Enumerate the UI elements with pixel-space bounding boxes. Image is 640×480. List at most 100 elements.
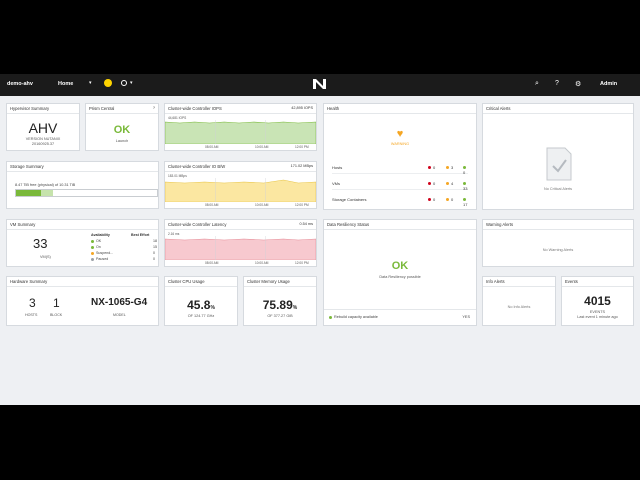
io-bw-value: 171.02 MBps (290, 164, 313, 168)
hypervisor-summary-widget[interactable]: Hypervisor Summary AHV VERSION NUTANIX 2… (6, 103, 80, 151)
warning-count: 4 (446, 181, 453, 186)
health-row[interactable]: Hosts 0 3 0 (332, 160, 468, 175)
health-row-label: Hosts (332, 165, 343, 170)
tick-label: 10:00 AM (255, 261, 269, 265)
hosts-count: 3 (29, 296, 36, 310)
hosts-label: HOSTS (25, 313, 38, 317)
health-widget[interactable]: Health ♥ WARNING Hosts 0 3 0 VMs 0 4 33 … (323, 103, 477, 210)
vm-count: 33 (33, 236, 48, 251)
model-name: NX-1065-G4 (91, 297, 148, 308)
health-heart-icon[interactable] (104, 79, 112, 87)
tick-label: 12:00 PM (295, 145, 309, 149)
user-menu[interactable]: Admin (600, 81, 617, 87)
chevron-down-icon[interactable]: ▾ (130, 80, 133, 86)
health-row[interactable]: Storage Containers 0 0 17 (332, 192, 468, 207)
widget-title: Events (565, 279, 578, 284)
resiliency-status: OK (391, 260, 409, 272)
gear-icon[interactable]: ⚙ (575, 80, 581, 88)
vm-state-count: 15 (153, 245, 157, 249)
iops-graph[interactable] (165, 120, 316, 144)
cluster-name[interactable]: demo-ahv (7, 81, 33, 87)
tick-label: 12:00 PM (295, 203, 309, 207)
last-event: Last event 1 minute ago (577, 315, 618, 319)
hardware-summary-widget[interactable]: Hardware Summary 3 HOSTS 1 BLOCK NX-1065… (6, 276, 159, 326)
warning-alerts-widget[interactable]: Warning Alerts No Warning Alerts (482, 219, 634, 267)
widget-title: Storage Summary (10, 164, 44, 169)
rebuild-capacity-value: YES (462, 315, 470, 319)
health-row-label: Storage Containers (332, 197, 367, 202)
data-resiliency-widget[interactable]: Data Resiliency Status OK Data Resilienc… (323, 219, 477, 326)
widget-title: Health (327, 106, 340, 111)
critical-count: 0 (428, 197, 435, 202)
cpu-capacity: OF 124.77 GHz (187, 314, 215, 318)
health-status: WARNING (390, 142, 410, 146)
letterbox-bottom (0, 405, 640, 480)
version-value: 20160925.37 (31, 142, 55, 146)
latency-widget[interactable]: Cluster-wide Controller Latency 0.54 ms … (164, 219, 317, 267)
blocks-count: 1 (53, 296, 60, 310)
cpu-value: 45.8% (187, 298, 215, 312)
widget-title: Cluster-wide Controller IO B/W (168, 164, 226, 169)
help-icon[interactable]: ? (555, 80, 559, 87)
widget-title: Data Resiliency Status (327, 222, 370, 227)
storage-bar (15, 189, 158, 197)
latency-graph[interactable] (165, 236, 316, 260)
tick-label: 10:00 AM (255, 145, 269, 149)
memory-usage-widget[interactable]: Cluster Memory Usage 75.89% OF 377.27 Gi… (243, 276, 317, 326)
widget-title: Critical Alerts (486, 106, 511, 111)
blocks-label: BLOCK (50, 313, 63, 317)
health-row-label: VMs (332, 181, 340, 186)
prism-central-widget[interactable]: Prism Central ? OK Launch (85, 103, 159, 151)
vm-state-row[interactable]: OK (91, 239, 101, 243)
tick-label: 08:00 AM (205, 261, 219, 265)
ok-count: 0 (463, 165, 468, 175)
info-alerts-widget[interactable]: Info Alerts No Info Alerts (482, 276, 556, 326)
model-label: MODEL (113, 313, 126, 317)
storage-summary-widget[interactable]: Storage Summary 8.47 TiB free (physical)… (6, 161, 159, 209)
heart-icon: ♥ (396, 128, 404, 140)
availability-header: Availability (91, 233, 110, 237)
vm-state-row[interactable]: Paused (91, 257, 108, 261)
vm-state-count: 0 (153, 251, 155, 255)
home-menu[interactable]: Home (58, 81, 73, 87)
cpu-usage-widget[interactable]: Cluster CPU Usage 45.8% OF 124.77 GHz (164, 276, 238, 326)
critical-count: 0 (428, 165, 435, 170)
empty-message: No Info Alerts (507, 305, 531, 309)
iops-widget[interactable]: Cluster-wide Controller IOPS 42,895 IOPS… (164, 103, 317, 151)
prism-status: OK (113, 124, 131, 136)
search-icon[interactable]: ⌕ (535, 80, 539, 88)
widget-title: Hypervisor Summary (10, 106, 50, 111)
nutanix-logo-icon (313, 79, 326, 89)
chevron-down-icon[interactable]: ▾ (89, 80, 92, 86)
empty-message: No Critical Alerts (543, 187, 573, 191)
io-bandwidth-widget[interactable]: Cluster-wide Controller IO B/W 171.02 MB… (164, 161, 317, 209)
critical-alerts-widget[interactable]: Critical Alerts No Critical Alerts (482, 103, 634, 210)
widget-title: Cluster-wide Controller Latency (168, 222, 227, 227)
best-effort-header: Best Effort (131, 233, 150, 237)
resiliency-text: Data Resiliency possible (379, 275, 421, 279)
dashboard: Hypervisor Summary AHV VERSION NUTANIX 2… (0, 96, 640, 405)
iops-value: 42,895 IOPS (291, 106, 313, 110)
hypervisor-value: AHV (28, 120, 58, 136)
tick-label: 12:00 PM (295, 261, 309, 265)
warning-count: 3 (446, 165, 453, 170)
widget-title: Hardware Summary (10, 279, 48, 284)
vm-summary-widget[interactable]: VM Summary 33 VM(S) Availability Best Ef… (6, 219, 159, 267)
health-row[interactable]: VMs 0 4 33 (332, 176, 468, 191)
launch-link[interactable]: Launch (86, 139, 158, 143)
events-count: 4015 (584, 294, 611, 308)
rebuild-capacity-label: Rebuild capacity available (329, 315, 378, 319)
vm-state-row[interactable]: Suspend... (91, 251, 113, 255)
help-icon[interactable]: ? (153, 106, 155, 110)
io-bw-graph[interactable] (165, 178, 316, 202)
vm-state-count: 0 (153, 257, 155, 261)
storage-text: 8.47 TiB free (physical) of 10.31 TiB (15, 183, 76, 187)
alerts-circle-icon[interactable] (121, 80, 127, 86)
events-widget[interactable]: Events 4015 EVENTS Last event 1 minute a… (561, 276, 634, 326)
events-label: EVENTS (589, 310, 606, 314)
ok-count: 33 (463, 181, 468, 191)
latency-value: 0.54 ms (299, 222, 313, 226)
tick-label: 10:00 AM (255, 203, 269, 207)
memory-value: 75.89% (262, 298, 298, 312)
vm-state-row[interactable]: On (91, 245, 101, 249)
